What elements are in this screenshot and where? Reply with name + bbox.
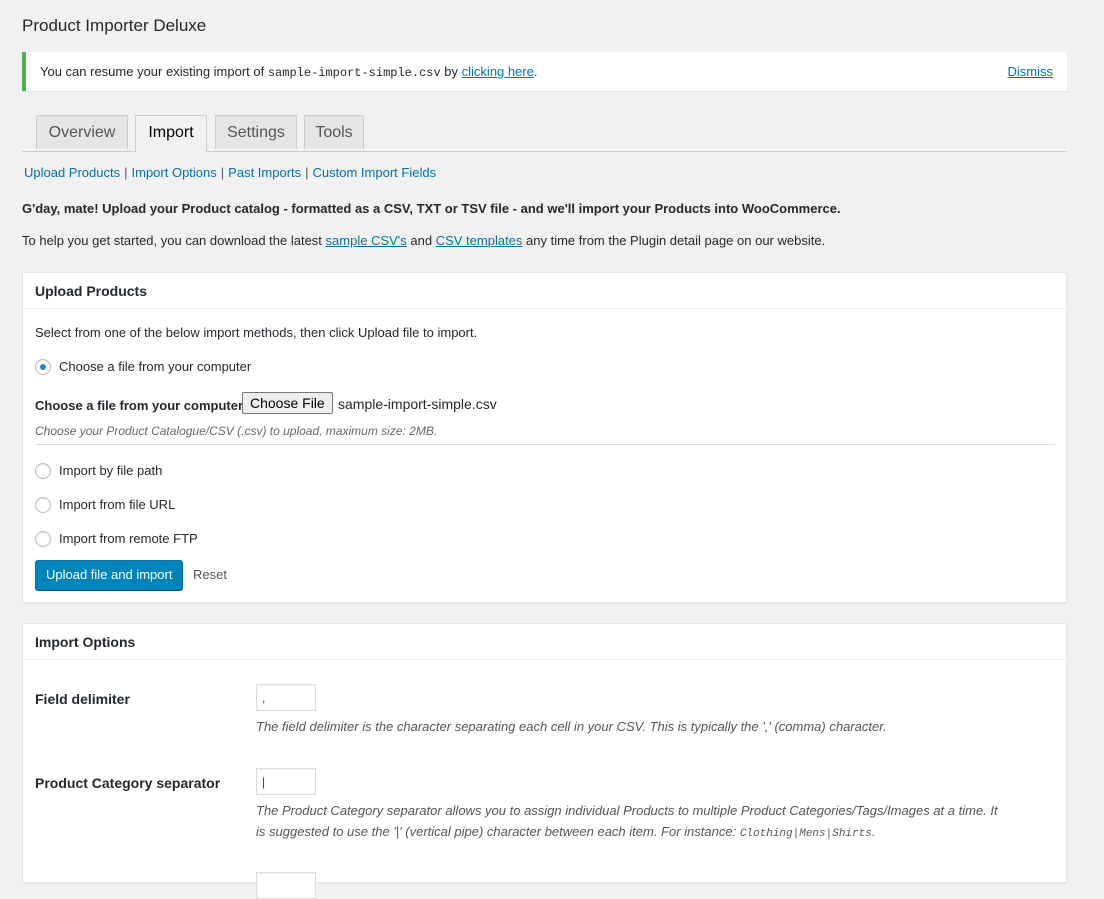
- label-import-remote-ftp[interactable]: Import from remote FTP: [59, 531, 198, 546]
- label-choose-from-computer[interactable]: Choose a file from your computer: [59, 359, 251, 374]
- choose-file-button[interactable]: Choose File: [242, 392, 333, 414]
- tab-overview[interactable]: Overview: [36, 115, 128, 149]
- reset-link[interactable]: Reset: [193, 567, 227, 582]
- category-desc-end: .: [871, 824, 876, 839]
- field-delimiter-label: Field delimiter: [35, 691, 130, 707]
- resume-import-notice: You can resume your existing import of s…: [22, 52, 1067, 91]
- notice-message: You can resume your existing import of s…: [40, 64, 538, 80]
- page-title: Product Importer Deluxe: [22, 16, 207, 35]
- subsection-links: Upload Products | Import Options | Past Impo…: [24, 165, 436, 180]
- subnav-upload-products[interactable]: Upload Products: [24, 165, 120, 180]
- dismiss-link[interactable]: Dismiss: [1008, 64, 1054, 79]
- nav-tabs: Overview Import Settings Tools: [22, 114, 1067, 152]
- next-option-input[interactable]: [256, 872, 316, 899]
- subnav-custom-import-fields[interactable]: Custom Import Fields: [313, 165, 437, 180]
- category-separator-label: Product Category separator: [35, 775, 221, 791]
- radio-import-remote-ftp[interactable]: [35, 531, 51, 547]
- field-delimiter-description: The field delimiter is the character sep…: [256, 719, 887, 734]
- import-options-heading: Import Options: [23, 624, 1066, 660]
- intro-text-after: any time from the Plugin detail page on …: [522, 233, 826, 248]
- notice-text-after: .: [533, 64, 538, 79]
- category-example: Clothing|Mens|Shirts: [739, 828, 872, 840]
- category-desc-line1: The Product Category separator allows yo…: [256, 803, 998, 818]
- chosen-filename: sample-import-simple.csv: [338, 396, 497, 412]
- notice-text-before: You can resume your existing import of: [40, 64, 268, 79]
- category-desc-line2: is suggested to use the '|' (vertical pi…: [256, 821, 1046, 845]
- radio-import-file-url[interactable]: [35, 497, 51, 513]
- upload-instruction: Select from one of the below import meth…: [35, 325, 478, 340]
- notice-filename: sample-import-simple.csv: [267, 66, 441, 80]
- resume-import-link[interactable]: clicking here: [462, 64, 534, 79]
- csv-templates-link[interactable]: CSV templates: [436, 233, 523, 248]
- intro-text-before: To help you get started, you can downloa…: [22, 233, 326, 248]
- label-import-file-path[interactable]: Import by file path: [59, 463, 162, 478]
- category-separator-description: The Product Category separator allows yo…: [256, 800, 1046, 845]
- intro-text-mid: and: [406, 233, 436, 248]
- notice-text-mid: by: [440, 64, 462, 79]
- upload-and-import-button[interactable]: Upload file and import: [35, 560, 184, 590]
- import-options-panel: Import Options Field delimiter The field…: [22, 623, 1067, 899]
- tab-settings[interactable]: Settings: [215, 115, 297, 149]
- tab-import[interactable]: Import: [135, 115, 207, 152]
- tab-tools[interactable]: Tools: [304, 115, 364, 149]
- subnav-separator: |: [220, 165, 225, 180]
- upload-products-panel: Upload Products Select from one of the b…: [22, 272, 1067, 603]
- divider: [35, 444, 1055, 445]
- category-desc-text: is suggested to use the '|' (vertical pi…: [256, 824, 740, 839]
- label-import-file-url[interactable]: Import from file URL: [59, 497, 175, 512]
- radio-choose-from-computer[interactable]: [35, 359, 51, 375]
- category-separator-input[interactable]: [256, 768, 316, 795]
- file-size-hint: Choose your Product Catalogue/CSV (.csv)…: [35, 424, 438, 438]
- upload-products-heading: Upload Products: [23, 273, 1066, 309]
- field-delimiter-input[interactable]: [256, 684, 316, 711]
- intro-headline: G'day, mate! Upload your Product catalog…: [22, 201, 841, 216]
- radio-import-file-path[interactable]: [35, 463, 51, 479]
- subnav-separator: |: [124, 165, 128, 180]
- file-input-label: Choose a file from your computer:: [35, 398, 248, 413]
- subnav-separator: |: [305, 165, 309, 180]
- intro-help-text: To help you get started, you can downloa…: [22, 233, 825, 248]
- sample-csv-link[interactable]: sample CSV's: [326, 233, 407, 248]
- subnav-import-options[interactable]: Import Options: [132, 165, 217, 180]
- subnav-past-imports[interactable]: Past Imports: [228, 165, 301, 180]
